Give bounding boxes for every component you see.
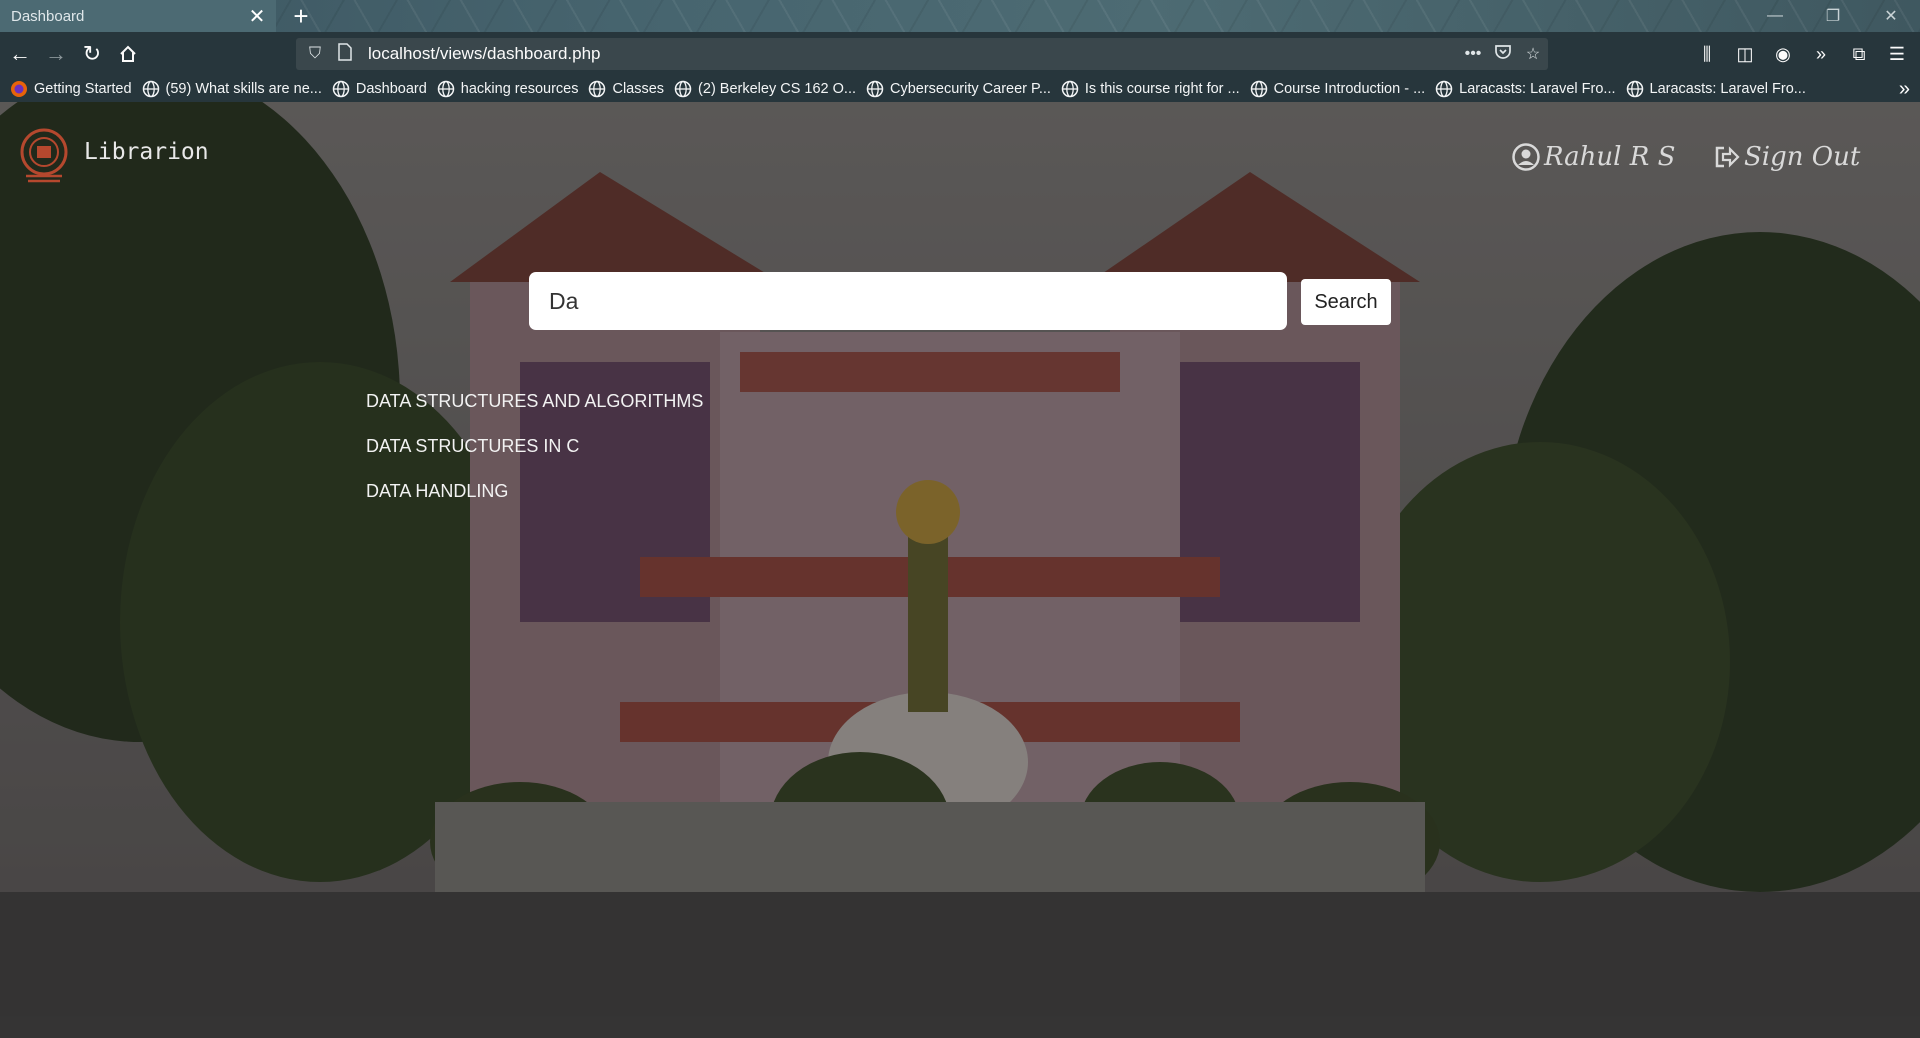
globe-icon xyxy=(332,80,350,98)
bookmark-label: (2) Berkeley CS 162 O... xyxy=(698,81,856,97)
tab-close-icon[interactable]: ✕ xyxy=(244,4,270,29)
bookmark-item[interactable]: (2) Berkeley CS 162 O... xyxy=(674,80,856,98)
library-logo-icon xyxy=(20,128,68,183)
bookmark-item[interactable]: Laracasts: Laravel Fro... xyxy=(1435,80,1616,98)
brand-name: Librarion xyxy=(84,139,209,165)
suggestion-item[interactable]: DATA STRUCTURES IN C xyxy=(366,431,703,476)
bookmark-label: Is this course right for ... xyxy=(1084,81,1240,97)
shield-icon[interactable]: ⛉ xyxy=(300,45,330,63)
globe-icon xyxy=(674,80,692,98)
bookmark-item[interactable]: Is this course right for ... xyxy=(1061,80,1240,98)
minimize-icon[interactable]: — xyxy=(1746,0,1804,32)
bookmark-item[interactable]: Dashboard xyxy=(332,80,427,98)
dark-overlay xyxy=(0,102,1920,1038)
window-controls: — ❐ ✕ xyxy=(1746,0,1920,32)
close-window-icon[interactable]: ✕ xyxy=(1862,0,1920,32)
suggestion-item[interactable]: DATA HANDLING xyxy=(366,476,703,521)
forward-icon[interactable]: → xyxy=(38,36,74,72)
globe-icon xyxy=(437,80,455,98)
bookmark-label: Cybersecurity Career P... xyxy=(890,81,1051,97)
page-actions-icon[interactable]: ••• xyxy=(1458,45,1488,63)
globe-icon xyxy=(1250,80,1267,98)
url-bar[interactable]: ⛉ localhost/views/dashboard.php ••• ☆ xyxy=(296,38,1548,70)
bookmark-item[interactable]: (59) What skills are ne... xyxy=(142,80,322,98)
back-icon[interactable]: ← xyxy=(2,36,38,72)
bookmark-label: Course Introduction - ... xyxy=(1273,81,1426,97)
navigation-toolbar: ← → ↻ ⛉ localhost/views/dashboard.php ••… xyxy=(0,32,1920,76)
bookmarks-overflow-icon[interactable]: » xyxy=(1899,76,1910,102)
sign-out-link[interactable]: Sign Out xyxy=(1714,142,1860,172)
globe-icon xyxy=(866,80,884,98)
user-profile-link[interactable]: Rahul R S xyxy=(1512,142,1675,172)
sign-out-icon xyxy=(1715,146,1740,168)
globe-icon xyxy=(1626,80,1643,98)
globe-icon xyxy=(589,80,606,98)
toolbar-right: ⫼ ◫ ◉ » ⧉ ☰ xyxy=(1688,36,1916,72)
library-icon[interactable]: ⫼ xyxy=(1688,36,1726,72)
pocket-icon[interactable] xyxy=(1488,43,1518,66)
firefox-icon xyxy=(11,81,27,97)
tab-dashboard[interactable]: Dashboard ✕ xyxy=(0,0,276,32)
reload-icon[interactable]: ↻ xyxy=(74,36,110,72)
bookmark-item[interactable]: Getting Started xyxy=(10,80,132,98)
sign-out-label: Sign Out xyxy=(1744,142,1861,172)
page-icon xyxy=(330,42,360,66)
bookmark-star-icon[interactable]: ☆ xyxy=(1518,44,1548,64)
account-icon[interactable]: ◉ xyxy=(1764,36,1802,72)
extensions-icon[interactable]: ⧉ xyxy=(1840,36,1878,72)
bookmark-label: hacking resources xyxy=(460,81,579,97)
book-search-input[interactable] xyxy=(529,272,1287,330)
globe-icon xyxy=(1435,80,1453,98)
bookmark-item[interactable]: Cybersecurity Career P... xyxy=(866,80,1051,98)
globe-icon xyxy=(1061,80,1079,98)
url-text[interactable]: localhost/views/dashboard.php xyxy=(368,44,1458,64)
user-name: Rahul R S xyxy=(1544,142,1676,172)
menu-icon[interactable]: ☰ xyxy=(1878,36,1916,72)
suggestion-item[interactable]: DATA STRUCTURES AND ALGORITHMS xyxy=(366,386,703,431)
home-icon[interactable] xyxy=(110,36,146,72)
bookmark-label: (59) What skills are ne... xyxy=(165,81,322,97)
bookmark-label: Laracasts: Laravel Fro... xyxy=(1459,81,1616,97)
sidebar-icon[interactable]: ◫ xyxy=(1726,36,1764,72)
bookmark-label: Dashboard xyxy=(355,81,427,97)
dashboard-page: Librarion Rahul R S Sign Out Search DATA… xyxy=(0,102,1920,1038)
bookmark-item[interactable]: Classes xyxy=(588,80,664,98)
brand[interactable]: Librarion xyxy=(18,126,209,186)
search-button[interactable]: Search xyxy=(1301,279,1391,325)
bookmark-item[interactable]: Laracasts: Laravel Fro... xyxy=(1626,80,1806,98)
user-circle-icon xyxy=(1512,143,1540,171)
bookmark-label: Classes xyxy=(612,81,665,97)
bookmark-label: Laracasts: Laravel Fro... xyxy=(1649,81,1806,97)
tab-title: Dashboard xyxy=(11,7,85,25)
restore-icon[interactable]: ❐ xyxy=(1804,0,1862,32)
globe-icon xyxy=(142,80,159,98)
bookmark-label: Getting Started xyxy=(34,81,132,97)
overflow-icon[interactable]: » xyxy=(1802,36,1840,72)
bookmarks-toolbar: Getting Started (59) What skills are ne..… xyxy=(0,76,1920,102)
bookmark-item[interactable]: hacking resources xyxy=(437,80,579,98)
search-suggestions: DATA STRUCTURES AND ALGORITHMS DATA STRUC… xyxy=(366,386,703,521)
bookmark-item[interactable]: Course Introduction - ... xyxy=(1250,80,1426,98)
new-tab-button[interactable]: + xyxy=(286,0,316,32)
tab-strip: Dashboard ✕ + — ❐ ✕ xyxy=(0,0,1920,32)
